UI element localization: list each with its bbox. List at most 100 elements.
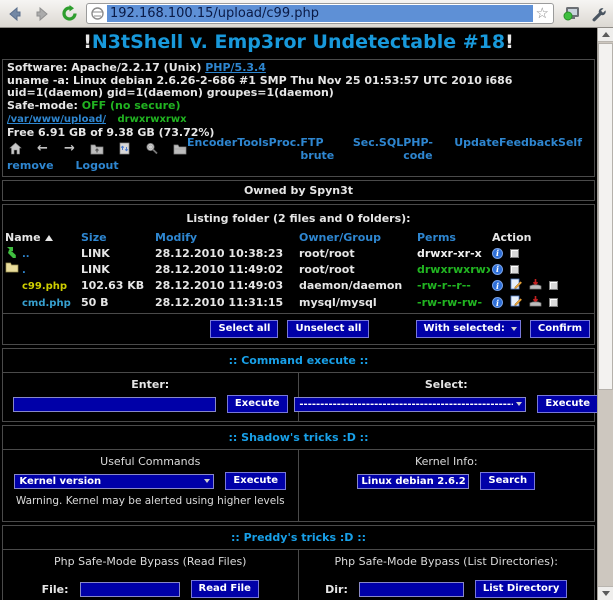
table-row-updir: .. LINK 28.12.2010 10:38:23 root/root dr… xyxy=(3,245,594,261)
refresh-icon[interactable] xyxy=(118,142,131,155)
row-checkbox[interactable] xyxy=(549,281,558,290)
read-file-input[interactable] xyxy=(80,582,180,597)
edit-icon[interactable] xyxy=(510,278,522,293)
file-perms[interactable]: drwxrwxrwx xyxy=(415,261,490,277)
nav-link-sec[interactable]: Sec. xyxy=(353,136,379,162)
command-input[interactable] xyxy=(13,397,216,412)
execute-command-button[interactable]: Execute xyxy=(227,395,288,413)
unselect-all-button[interactable]: Unselect all xyxy=(287,320,369,338)
file-owner: mysql/mysql xyxy=(297,294,415,311)
list-directory-button[interactable]: List Directory xyxy=(475,580,567,598)
list-dir-input[interactable] xyxy=(359,582,464,597)
nav-link-proc[interactable]: Proc. xyxy=(269,136,301,162)
file-perms[interactable]: drwxr-xr-x xyxy=(415,245,490,261)
forward-arrow-icon xyxy=(34,6,50,22)
folder-icon[interactable] xyxy=(5,262,19,276)
col-header-size[interactable]: Size xyxy=(79,229,153,245)
kernel-search-button[interactable]: Search xyxy=(480,472,535,490)
buffer-folder-icon[interactable] xyxy=(173,142,187,155)
file-perms[interactable]: -rw-rw-rw- xyxy=(415,294,490,311)
nav-link-sql[interactable]: SQL xyxy=(379,136,403,162)
col-header-owner[interactable]: Owner/Group xyxy=(297,229,415,245)
cwd-link[interactable]: /var/www/upload/ xyxy=(7,114,106,125)
software-line: Software: Apache/2.2.17 (Unix) PHP/5.3.4 xyxy=(3,62,594,75)
edit-icon[interactable] xyxy=(510,295,522,310)
nav-link-encoder[interactable]: Encoder xyxy=(187,136,237,162)
row-checkbox[interactable] xyxy=(549,298,558,307)
safe-mode-line: Safe-mode: OFF (no secure) xyxy=(3,100,594,113)
listing-title: Listing folder (2 files and 0 folders): xyxy=(3,205,594,229)
url-text[interactable]: 192.168.100.15/upload/c99.php xyxy=(107,5,533,22)
address-bar[interactable]: 192.168.100.15/upload/c99.php ☆ xyxy=(86,3,554,24)
file-link-cmd[interactable]: cmd.php xyxy=(5,298,71,309)
file-modify: 28.12.2010 10:38:23 xyxy=(153,245,297,261)
file-link-c99[interactable]: c99.php xyxy=(5,281,67,292)
nav-link-logout[interactable]: Logout xyxy=(76,159,119,172)
shell-nav-links: Encoder Tools Proc. FTP brute Sec. SQL P… xyxy=(187,136,590,162)
file-perms[interactable]: -rw-r--r-- xyxy=(415,277,490,294)
col-header-modify[interactable]: Modify xyxy=(153,229,297,245)
download-icon[interactable] xyxy=(529,296,542,310)
command-select-dropdown[interactable]: ----------------------------------------… xyxy=(294,397,526,412)
nav-link-ftp-brute[interactable]: FTP brute xyxy=(300,136,352,162)
file-size: 102.63 KB xyxy=(79,277,153,294)
wrench-icon xyxy=(590,6,606,22)
search-icon[interactable] xyxy=(145,142,159,155)
info-icon[interactable]: i xyxy=(492,248,503,259)
col-header-perms[interactable]: Perms xyxy=(415,229,490,245)
home-icon[interactable] xyxy=(9,142,22,155)
nav-link-php-code[interactable]: PHP-code xyxy=(403,136,454,162)
screen: 192.168.100.15/upload/c99.php ☆ !N3tShel… xyxy=(0,0,613,600)
chevron-down-icon xyxy=(204,479,210,483)
kernel-info-input[interactable] xyxy=(357,474,469,489)
nav-link-feedback[interactable]: Feedback xyxy=(499,136,558,162)
col-header-name[interactable]: Name xyxy=(3,229,79,245)
updir-arrow-icon[interactable] xyxy=(5,246,18,262)
file-size: LINK xyxy=(79,245,153,261)
info-icon[interactable]: i xyxy=(492,297,503,308)
cwd-perms: drwxrwxrwx xyxy=(118,114,187,125)
select-all-button[interactable]: Select all xyxy=(210,320,278,338)
page-title: !N3tShell v. Emp3ror Undetectable #18! xyxy=(2,29,595,56)
scrollbar-up-button[interactable] xyxy=(598,28,613,42)
confirm-button[interactable]: Confirm xyxy=(530,320,590,338)
php-version-link[interactable]: PHP/5.3.4 xyxy=(205,61,266,74)
shadow-tricks-title: :: Shadow's tricks :D :: xyxy=(3,426,594,450)
with-selected-dropdown[interactable]: With selected: xyxy=(416,320,520,338)
command-execute-section: :: Command execute :: Enter: Execute Sel… xyxy=(2,348,595,422)
safe-mode-value: OFF (no secure) xyxy=(82,99,181,112)
bookmark-star-icon[interactable]: ☆ xyxy=(536,6,549,21)
browser-back-button[interactable] xyxy=(5,4,25,24)
scrollbar-thumb[interactable] xyxy=(598,43,613,390)
file-modify: 28.12.2010 11:31:15 xyxy=(153,294,297,311)
extension-icon[interactable] xyxy=(561,4,581,24)
nav-link-tools[interactable]: Tools xyxy=(237,136,268,162)
info-icon[interactable]: i xyxy=(492,264,503,275)
browser-forward-button[interactable] xyxy=(32,4,52,24)
page-scrollbar[interactable] xyxy=(597,28,613,600)
download-icon[interactable] xyxy=(529,279,542,293)
read-file-button[interactable]: Read File xyxy=(191,580,259,598)
with-selected-label: With selected: xyxy=(423,323,504,334)
nav-link-update[interactable]: Update xyxy=(454,136,499,162)
back-dir-icon[interactable]: ← xyxy=(36,142,49,155)
nav-link-self[interactable]: Self xyxy=(558,136,582,162)
info-icon[interactable]: i xyxy=(492,280,503,291)
execute-useful-button[interactable]: Execute xyxy=(225,472,286,490)
updir-folder-icon[interactable] xyxy=(90,142,104,155)
nav-link-self-remove[interactable]: remove xyxy=(7,159,54,172)
browser-menu-wrench-icon[interactable] xyxy=(588,4,608,24)
page-globe-icon xyxy=(91,7,104,20)
execute-select-button[interactable]: Execute xyxy=(537,395,597,413)
useful-commands-dropdown[interactable]: Kernel version xyxy=(14,474,214,489)
file-owner: daemon/daemon xyxy=(297,277,415,294)
row-checkbox[interactable] xyxy=(510,265,519,274)
cwd-line: /var/www/upload/ drwxrwxrwx xyxy=(3,113,594,127)
browser-reload-button[interactable] xyxy=(59,4,79,24)
back-arrow-icon xyxy=(7,6,23,22)
scrollbar-down-button[interactable] xyxy=(598,586,613,600)
useful-commands-label: Useful Commands xyxy=(5,455,296,468)
file-label: File: xyxy=(42,583,69,596)
forward-dir-icon[interactable]: → xyxy=(63,142,76,155)
row-checkbox[interactable] xyxy=(510,249,519,258)
